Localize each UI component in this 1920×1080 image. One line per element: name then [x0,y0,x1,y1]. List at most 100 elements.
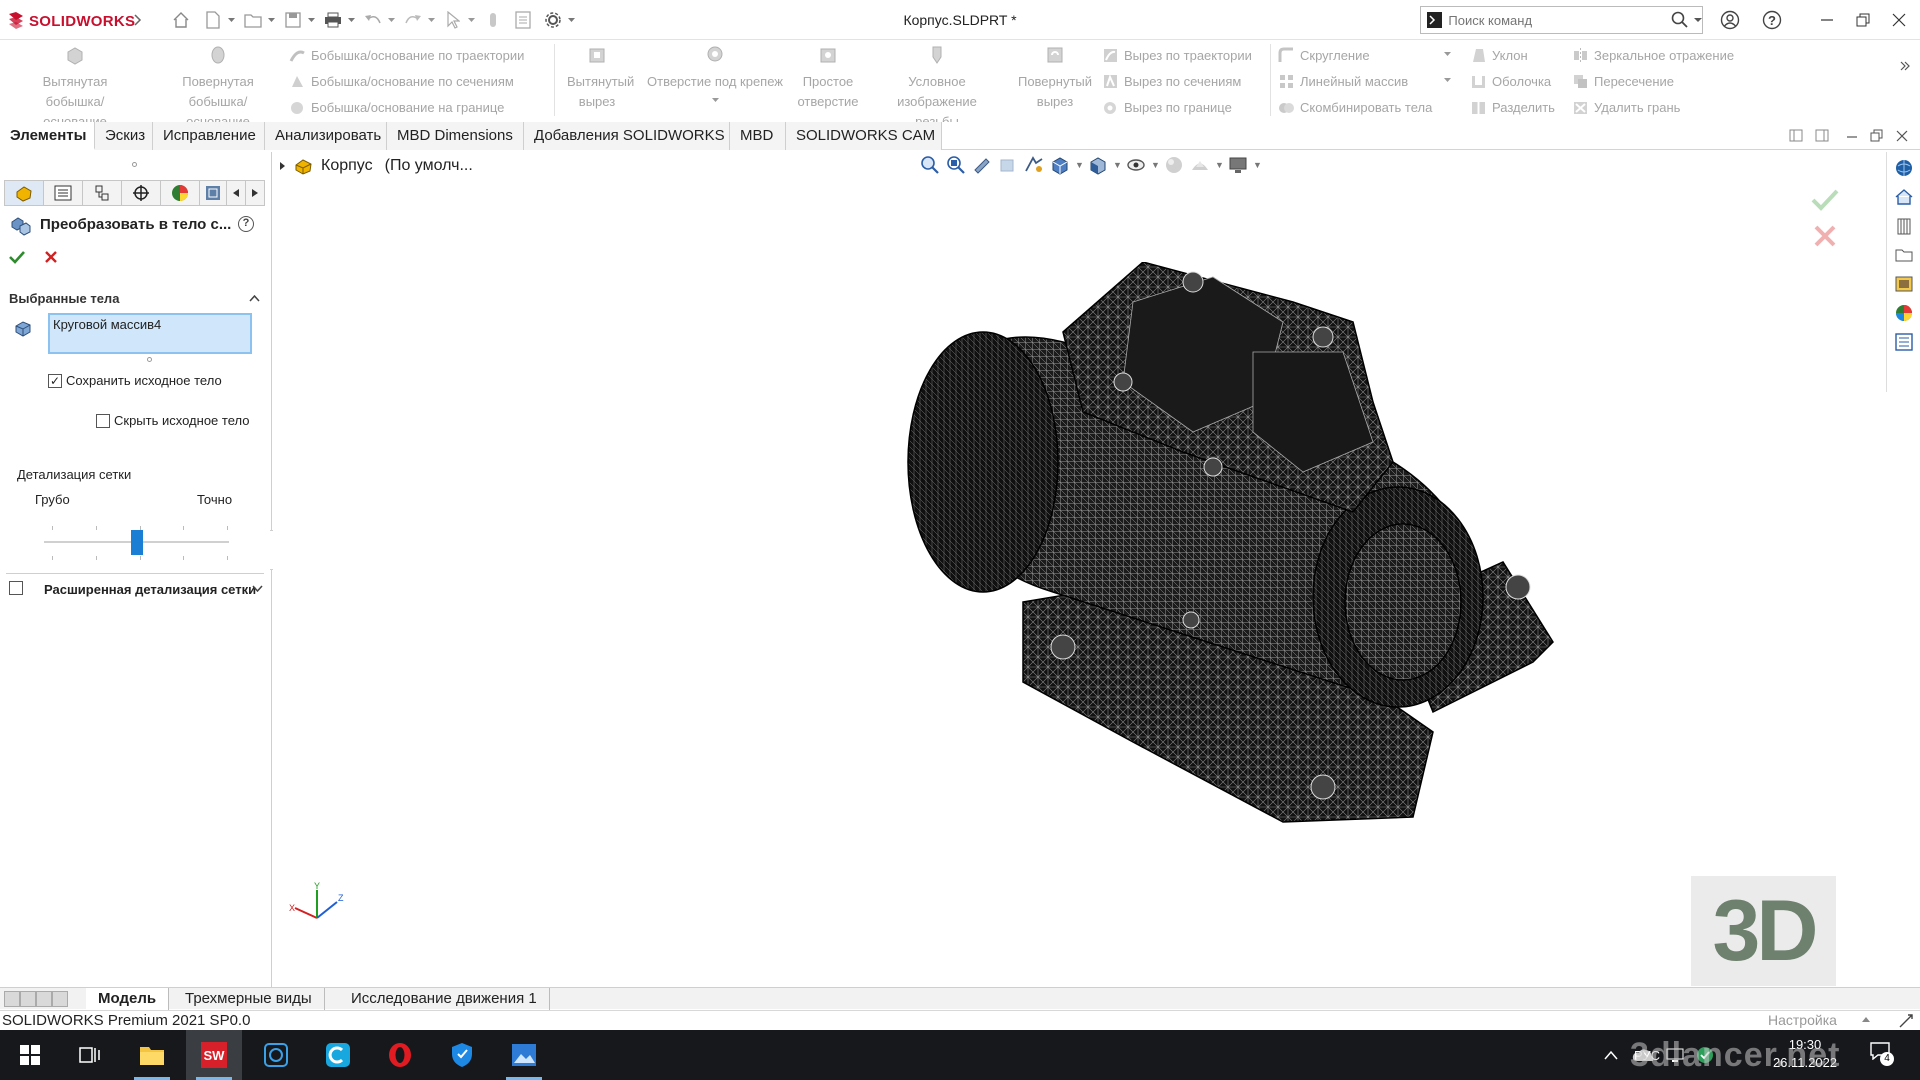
help-icon[interactable]: ? [238,216,254,232]
fillet-button[interactable]: Скругление [1278,44,1370,66]
tabs-scroll-right[interactable] [245,180,265,206]
security-taskbar-button[interactable] [434,1030,490,1080]
feature-manager-tree-tab[interactable] [4,180,44,206]
tab-3d-views[interactable]: Трехмерные виды [173,988,325,1010]
file-properties-icon[interactable] [510,8,536,32]
undo-icon[interactable] [360,8,386,32]
boundary-cut-button[interactable]: Вырез по границе [1102,96,1232,118]
checkbox-unchecked-icon[interactable] [96,413,110,428]
lofted-boss-button[interactable]: Бобышка/основание по сечениям [289,70,514,92]
dimxpert-manager-tab[interactable] [121,180,161,206]
app-taskbar-button[interactable] [248,1030,304,1080]
next-tab-arrow-icon[interactable] [36,991,52,1007]
user-account-icon[interactable] [1713,6,1747,34]
hole-wizard-button[interactable]: Отверстие под крепеж [640,45,790,103]
first-tab-arrow-icon[interactable] [4,991,20,1007]
solidworks-resources-icon[interactable] [1891,155,1917,181]
extruded-cut-button[interactable]: Вытянутый вырез [556,45,638,112]
command-search[interactable] [1420,6,1703,34]
tab-solidworks-cam[interactable]: SOLIDWORKS CAM [786,122,942,150]
chevron-down-icon[interactable] [566,8,576,32]
linear-pattern-button[interactable]: Линейный массив [1278,70,1408,92]
appearance-pie-icon[interactable] [1891,300,1917,326]
status-tools-icon[interactable] [1898,1013,1914,1029]
clock[interactable]: 19:30 26.11.2022 [1770,1036,1840,1072]
home-icon[interactable] [168,8,194,32]
revolved-cut-button[interactable]: Повернутый вырез [1010,45,1100,112]
property-manager-tab[interactable] [43,180,83,206]
mesh-model-render[interactable] [833,262,1713,832]
listbox-resize-handle[interactable] [147,357,152,362]
open-folder-icon[interactable] [240,8,266,32]
chevron-down-icon[interactable] [1444,52,1451,57]
chevron-down-icon[interactable]: ▼ [1151,160,1160,170]
chevron-down-icon[interactable]: ▼ [1075,160,1084,170]
ok-check-icon[interactable] [9,250,25,264]
chevron-down-icon[interactable]: ▼ [1113,160,1122,170]
simple-hole-button[interactable]: Простое отверстие [792,45,864,112]
tabs-scroll-left[interactable] [226,180,246,206]
tab-mbd[interactable]: MBD [730,122,786,150]
save-icon[interactable] [280,8,306,32]
mesh-detail-slider-thumb[interactable] [131,530,143,555]
zoom-to-fit-icon[interactable] [919,154,941,176]
expand-arrow-icon[interactable] [279,161,287,171]
restore-document-icon[interactable] [1868,128,1886,144]
section-view-icon[interactable] [997,154,1019,176]
minimize-document-icon[interactable] [1844,128,1862,144]
restore-window-icon[interactable] [1846,6,1880,34]
view-palette-icon[interactable] [1891,242,1917,268]
checkbox-unchecked-icon[interactable] [9,581,23,595]
previous-tab-arrow-icon[interactable] [20,991,36,1007]
expand-menu-icon[interactable] [134,14,142,26]
swept-cut-button[interactable]: Вырез по траектории [1102,44,1252,66]
tab-analyze[interactable]: Анализировать [265,122,387,150]
rebuild-icon[interactable] [480,8,506,32]
hide-original-body-checkbox[interactable]: Скрыть исходное тело [96,413,249,428]
chevron-up-icon[interactable] [1862,1017,1870,1022]
chevron-down-icon[interactable] [466,8,476,32]
task-view-button[interactable] [62,1030,118,1080]
opera-taskbar-button[interactable] [372,1030,428,1080]
tab-sketch[interactable]: Эскиз [95,122,153,150]
selected-body-item[interactable]: Круговой массив4 [53,317,161,332]
configuration-manager-tab[interactable] [82,180,122,206]
customize-label[interactable]: Настройка [1768,1011,1837,1030]
revolved-boss-button[interactable]: Повернутая бобышка/основание [148,45,288,132]
chevron-down-icon[interactable] [1694,17,1702,23]
chevron-up-icon[interactable] [1604,1050,1618,1060]
hide-show-items-icon[interactable] [1125,154,1147,176]
edit-appearance-icon[interactable] [1163,154,1185,176]
file-explorer-icon[interactable] [1891,213,1917,239]
display-style-icon[interactable] [1087,154,1109,176]
file-explorer-taskbar-button[interactable] [124,1030,180,1080]
chevron-down-icon[interactable] [386,8,396,32]
zoom-to-area-icon[interactable] [945,154,967,176]
tile-left-icon[interactable] [1788,128,1806,144]
selected-bodies-header[interactable]: Выбранные тела [9,291,119,306]
expand-chevron-icon[interactable] [252,585,263,592]
custom-properties-icon[interactable] [1891,329,1917,355]
apply-scene-icon[interactable] [1189,154,1211,176]
network-icon[interactable] [1666,1047,1684,1063]
new-document-icon[interactable] [200,8,226,32]
feature-tree-flyout[interactable]: Корпус (По умолч... [279,156,473,176]
cancel-x-icon[interactable] [44,250,58,264]
tab-motion-study[interactable]: Исследование движения 1 [339,988,550,1010]
solidworks-taskbar-button[interactable]: SW [186,1030,242,1080]
view-settings-icon[interactable] [1227,154,1249,176]
print-icon[interactable] [320,8,346,32]
redo-icon[interactable] [400,8,426,32]
tab-mbd-dimensions[interactable]: MBD Dimensions [387,122,524,150]
language-indicator[interactable]: РУС [1634,1048,1660,1063]
start-button[interactable] [2,1030,58,1080]
search-icon[interactable] [1671,11,1688,29]
appearances-scenes-icon[interactable] [1891,271,1917,297]
tile-right-icon[interactable] [1814,128,1832,144]
close-window-icon[interactable] [1882,6,1916,34]
chevron-down-icon[interactable] [226,8,236,32]
help-icon[interactable]: ? [1755,6,1789,34]
tab-solidworks-addins[interactable]: Добавления SOLIDWORKS [524,122,730,150]
tab-features[interactable]: Элементы [0,122,95,150]
previous-view-icon[interactable] [971,154,993,176]
